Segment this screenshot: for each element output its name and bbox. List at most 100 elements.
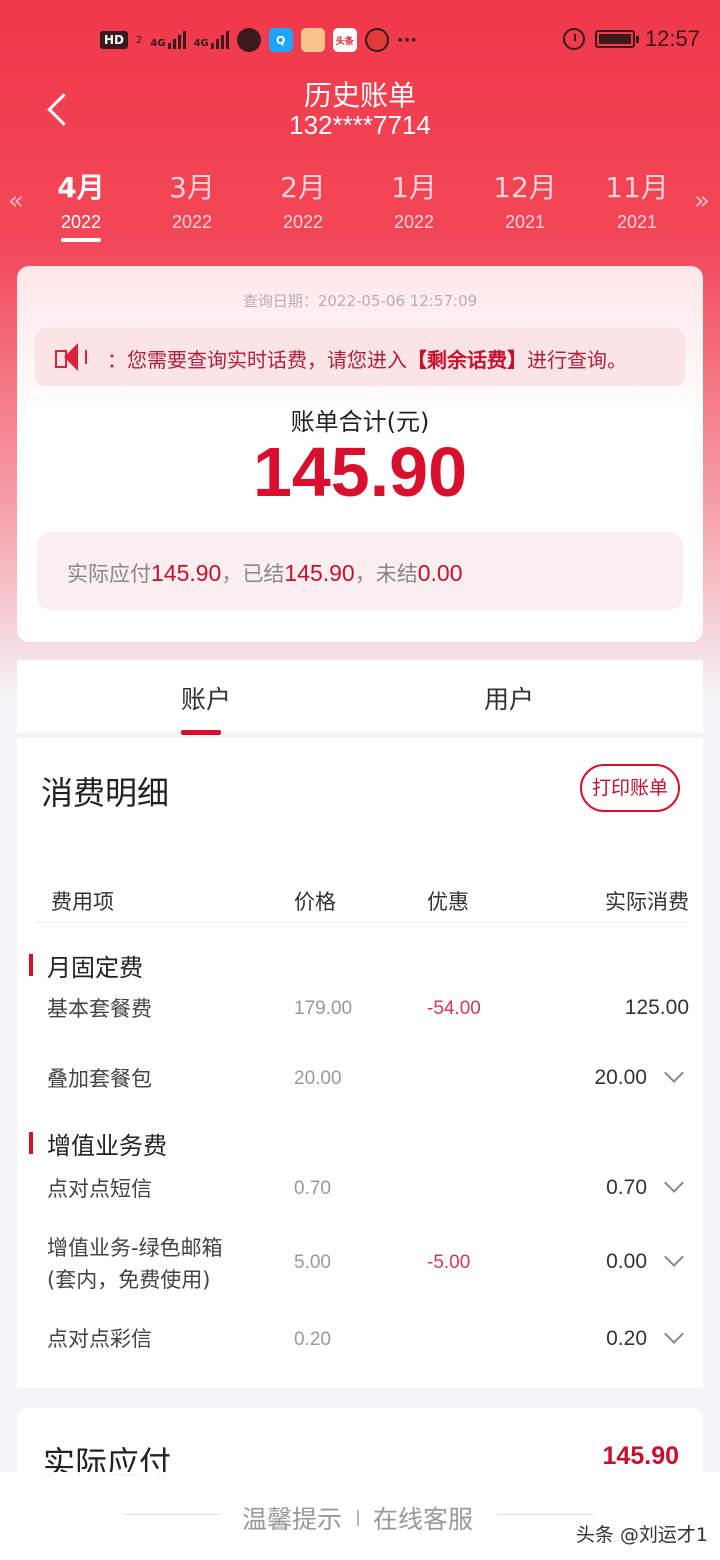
- row-name-line2: (套内，免费使用): [47, 1268, 211, 1292]
- online-service-link[interactable]: 在线客服: [373, 1500, 473, 1536]
- tab-user[interactable]: 用户: [484, 680, 534, 716]
- chevron-down-icon: [664, 1063, 684, 1083]
- signal-icon: 4G: [150, 31, 186, 49]
- month-label: 1月: [391, 171, 437, 204]
- game-app-icon: [300, 28, 325, 52]
- sim-badge: 2: [136, 34, 143, 46]
- row-price: 179.00: [294, 998, 353, 1019]
- notice-post: 进行查询。: [527, 348, 627, 372]
- year-label: 2022: [282, 212, 324, 232]
- group-marker: [29, 954, 33, 976]
- month-tab-apr-2022[interactable]: 4月 2022: [31, 166, 131, 242]
- remaining-balance-link[interactable]: 【剩余话费】: [407, 348, 527, 372]
- query-date: 查询日期：2022-05-06 12:57:09: [242, 292, 478, 310]
- status-right: 12:57: [562, 26, 700, 52]
- row-name-line1: 增值业务-绿色邮箱: [47, 1236, 223, 1260]
- table-row[interactable]: 点对点短信 0.70 0.70: [17, 1168, 703, 1212]
- phone-number: 132****7714: [289, 110, 431, 140]
- detail-title: 消费明细: [41, 774, 170, 812]
- table-row[interactable]: 叠加套餐包 20.00 20.00: [17, 1058, 703, 1102]
- footer-divider-right: [498, 1514, 594, 1515]
- total-amount: 145.90: [252, 433, 468, 511]
- row-price: 5.00: [294, 1252, 331, 1273]
- header-item: 费用项: [51, 890, 114, 914]
- header-actual: 实际消费: [605, 890, 689, 914]
- row-name: 点对点短信: [47, 1177, 152, 1201]
- signal-icon-2: 4G: [194, 31, 229, 49]
- message-app-icon: [236, 28, 261, 52]
- month-label: 12月: [493, 171, 557, 204]
- settled-label: ，已结: [221, 562, 285, 586]
- payable-value: 145.90: [602, 1442, 679, 1470]
- alarm-icon: [562, 28, 585, 50]
- year-label: 2021: [504, 212, 546, 232]
- row-actual: 0.00: [606, 1250, 647, 1273]
- month-label: 4月: [57, 171, 105, 204]
- prev-months-icon[interactable]: «: [8, 186, 24, 216]
- chevron-down-icon: [664, 1173, 684, 1193]
- month-label: 2月: [280, 171, 326, 204]
- signal-label: 4G: [150, 38, 166, 49]
- tab-account[interactable]: 账户: [181, 680, 231, 735]
- month-tab-nov-2021[interactable]: 11月 2021: [587, 166, 687, 233]
- group-title: 增值业务费: [47, 1132, 167, 1160]
- chevron-down-icon: [664, 1324, 684, 1344]
- month-label: 3月: [169, 171, 215, 204]
- unsettled-value: 0.00: [417, 560, 463, 586]
- month-tab-dec-2021[interactable]: 12月 2021: [475, 166, 575, 233]
- year-label: 2022: [60, 212, 102, 232]
- unsettled-label: ，未结: [354, 562, 418, 586]
- table-row[interactable]: 点对点彩信 0.20 0.20: [17, 1321, 703, 1365]
- status-bar: HD 2 4G 4G Q 头条 ··· 12:57: [0, 0, 720, 84]
- group-value-added: 增值业务费: [29, 1126, 167, 1161]
- month-tab-feb-2022[interactable]: 2月 2022: [253, 166, 353, 233]
- hd-icon: HD: [100, 31, 129, 49]
- signal-label-2: 4G: [193, 38, 209, 49]
- month-tab-jan-2022[interactable]: 1月 2022: [364, 166, 464, 233]
- settled-value: 145.90: [284, 560, 355, 586]
- row-name: 叠加套餐包: [47, 1067, 152, 1091]
- search-app-icon: Q: [268, 28, 293, 52]
- print-bill-button[interactable]: 打印账单: [580, 764, 680, 812]
- row-actual: 0.20: [606, 1327, 647, 1350]
- footer-bar: 温馨提示 在线客服 头条 @刘运才1: [0, 1472, 720, 1560]
- row-actual: 0.70: [606, 1176, 647, 1199]
- warm-tip-link[interactable]: 温馨提示: [242, 1500, 342, 1536]
- watermark: 头条 @刘运才1: [575, 1524, 708, 1546]
- month-label: 11月: [605, 171, 669, 204]
- row-price: 0.20: [294, 1329, 331, 1350]
- notice-text: ：您需要查询实时话费，请您进入【剩余话费】进行查询。: [107, 344, 627, 373]
- bill-summary-card: 查询日期：2022-05-06 12:57:09 ：您需要查询实时话费，请您进入…: [17, 266, 703, 642]
- row-discount: -54.00: [427, 998, 481, 1019]
- status-time: 12:57: [644, 26, 700, 51]
- year-label: 2022: [393, 212, 435, 232]
- row-actual: 125.00: [624, 996, 689, 1019]
- row-actual: 20.00: [594, 1066, 647, 1089]
- header-price: 价格: [294, 890, 336, 914]
- due-value: 145.90: [151, 560, 222, 586]
- view-tabs: 账户 用户: [17, 660, 703, 735]
- due-label: 实际应付: [67, 562, 151, 586]
- row-price: 20.00: [294, 1068, 342, 1089]
- browser-app-icon: [364, 28, 389, 52]
- payment-status-box: 实际应付145.90，已结145.90，未结0.00: [37, 532, 683, 610]
- payment-status-text: 实际应付145.90，已结145.90，未结0.00: [67, 558, 462, 588]
- notice-pre: ：您需要查询实时话费，请您进入: [107, 348, 407, 372]
- group-title: 月固定费: [47, 954, 143, 982]
- notice-banner[interactable]: ：您需要查询实时话费，请您进入【剩余话费】进行查询。: [35, 328, 685, 386]
- page-title: 历史账单: [303, 79, 416, 112]
- footer-separator: [357, 1510, 359, 1526]
- row-discount: -5.00: [427, 1252, 471, 1273]
- row-name: 基本套餐费: [47, 997, 152, 1021]
- status-left: HD 2 4G 4G Q 头条 ···: [100, 28, 417, 52]
- year-label: 2022: [171, 212, 213, 232]
- month-tab-mar-2022[interactable]: 3月 2022: [142, 166, 242, 233]
- header-discount: 优惠: [427, 890, 469, 914]
- year-label: 2021: [616, 212, 658, 232]
- row-price: 0.70: [294, 1178, 331, 1199]
- group-marker: [29, 1132, 33, 1154]
- table-row[interactable]: 增值业务-绿色邮箱 (套内，免费使用) 5.00 -5.00 0.00: [17, 1230, 703, 1300]
- speaker-icon: [55, 342, 91, 372]
- next-months-icon[interactable]: »: [694, 186, 710, 216]
- chevron-down-icon: [664, 1247, 684, 1267]
